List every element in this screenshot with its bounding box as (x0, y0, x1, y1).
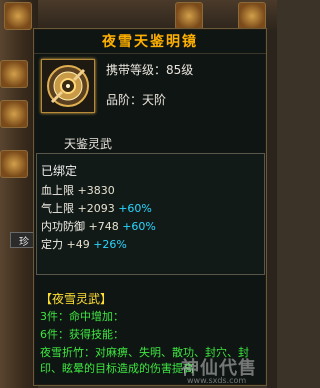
set-6-piece: 6件：获得技能： (40, 328, 124, 341)
stat-bonus: +60% (118, 202, 152, 215)
stat-name: 内功防御 (41, 220, 85, 233)
carry-level: 携带等级：85级 (106, 63, 194, 77)
stat-row: 血上限 +3830 (41, 182, 115, 198)
stat-bonus: +26% (93, 238, 127, 251)
item-icon-frame (41, 59, 95, 113)
stat-row: 气上限 +2093 +60% (41, 200, 152, 216)
set-title: 【夜雪灵武】 (40, 292, 113, 306)
tooltip-title-bar: 夜雪天鉴明镜 (34, 29, 266, 54)
watermark-url: www.sxds.com (187, 376, 247, 385)
inventory-slot-icon[interactable] (238, 2, 266, 30)
stat-row: 内功防御 +748 +60% (41, 218, 156, 234)
inventory-slot-icon[interactable] (175, 2, 203, 30)
item-name: 天鉴灵武 (64, 137, 113, 151)
mirror-icon (47, 65, 89, 107)
stat-value: +49 (66, 238, 90, 251)
stat-bonus: +60% (122, 220, 156, 233)
stat-name: 气上限 (41, 202, 74, 215)
inventory-slot-icon[interactable] (4, 2, 32, 30)
stat-value: +3830 (77, 184, 115, 197)
stat-name: 血上限 (41, 184, 74, 197)
watermark-logo: 神仙代售 www.sxds.com (181, 354, 271, 385)
bound-status: 已绑定 (41, 164, 78, 178)
stat-name: 定力 (41, 238, 63, 251)
game-backdrop-right (267, 30, 277, 388)
stat-value: +2093 (77, 202, 115, 215)
item-title: 夜雪天鉴明镜 (102, 34, 198, 50)
stat-row: 定力 +49 +26% (41, 236, 127, 252)
item-tooltip: 夜雪天鉴明镜 携带等级：85级 品阶：天阶 天鉴灵武 已绑定 血上限 +3830… (33, 28, 267, 386)
inventory-slot-icon[interactable] (0, 60, 28, 88)
game-backdrop-top (0, 0, 277, 30)
stat-value: +748 (88, 220, 119, 233)
stats-panel: 已绑定 血上限 +3830 气上限 +2093 +60% 内功防御 +748 +… (36, 153, 265, 275)
inventory-slot-icon[interactable] (0, 100, 28, 128)
item-rank: 品阶：天阶 (106, 93, 167, 107)
inventory-slot-icon[interactable] (0, 150, 28, 178)
set-3-piece: 3件：命中增加： (40, 310, 124, 323)
